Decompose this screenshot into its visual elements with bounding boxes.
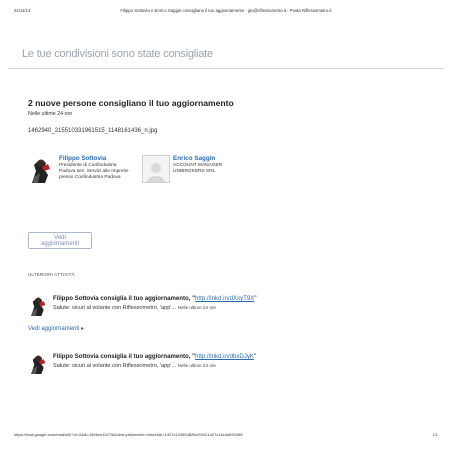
activity-time: Nelle ultime 24 ore [177, 305, 216, 310]
recommender-detail: presso Confindustria Padova [59, 175, 121, 181]
activity-link[interactable]: http://lnkd.in/dXxyT9X [195, 295, 254, 302]
activity-body: Salute: sicuri al volante con Riflessome… [53, 363, 256, 369]
recommender-card-enrico: Enrico Saggin ACCOUNT MANAGER UNIBROKERS… [142, 155, 222, 183]
activity-close-quote: " [253, 353, 257, 360]
avatar[interactable] [28, 293, 50, 317]
person-silhouette-icon [28, 155, 56, 183]
activity-body: Salute: sicuri al volante con Riflessome… [53, 305, 257, 311]
section-label-more-activity: ULTERIORI ATTIVITÀ [28, 272, 75, 277]
banner-title: Le tue condivisioni sono state consiglia… [22, 48, 213, 60]
avatar[interactable] [142, 155, 170, 183]
recommender-card-filippo: Filippo Sottovia Presidente di Confindus… [28, 155, 129, 183]
recommender-info: Filippo Sottovia Presidente di Confindus… [59, 155, 129, 183]
activity-actor-text: Filippo Sottovia consiglia il tuo aggior… [53, 295, 196, 302]
print-header: 22/11/13 Filippo Sottovia e Enrico Saggi… [14, 6, 438, 20]
activity-actor-text: Filippo Sottovia consiglia il tuo aggior… [53, 353, 196, 360]
activity-snippet: Salute: sicuri al volante con Riflessome… [53, 363, 177, 369]
recommender-info: Enrico Saggin ACCOUNT MANAGER UNIBROKERS… [173, 155, 222, 183]
activity-item: Filippo Sottovia consiglia il tuo aggior… [28, 351, 256, 375]
recommendation-timeframe: Nelle ultime 24 ore [28, 111, 73, 117]
activity-snippet: Salute: sicuri al volante con Riflessome… [53, 305, 177, 311]
recommender-detail: UNIBROKERS SRL [173, 169, 216, 175]
recommender-name-link[interactable]: Enrico Saggin [173, 155, 222, 162]
person-silhouette-icon [28, 294, 50, 316]
recommender-name-link[interactable]: Filippo Sottovia [59, 155, 129, 162]
activity-close-quote: " [254, 295, 257, 302]
avatar[interactable] [28, 155, 56, 183]
person-silhouette-icon [28, 352, 50, 374]
see-updates-button[interactable]: Vedi aggiornamenti [28, 232, 92, 249]
avatar[interactable] [28, 351, 50, 375]
print-page-number: 1/1 [432, 432, 438, 437]
shared-file-name: 1462940_215510331961515_1148161436_n.jpg [28, 128, 158, 134]
activity-headline: Filippo Sottovia consiglia il tuo aggior… [53, 295, 257, 302]
banner-divider [8, 68, 444, 69]
activity-link[interactable]: http://lnkd.in/dbxDJyK [195, 353, 254, 360]
print-page-title: Filippo Sottovia e Enrico Saggin consigl… [120, 8, 332, 13]
print-footer: https://mail.google.com/mail/u/0/?ui=2&i… [14, 432, 438, 437]
recommendation-headline: 2 nuove persone consigliano il tuo aggio… [28, 98, 234, 108]
print-url: https://mail.google.com/mail/u/0/?ui=2&i… [14, 432, 243, 437]
default-profile-icon [147, 163, 165, 182]
activity-time: Nelle ultime 24 ore [177, 363, 216, 368]
activity-headline: Filippo Sottovia consiglia il tuo aggior… [53, 353, 256, 360]
activity-text: Filippo Sottovia consiglia il tuo aggior… [53, 293, 257, 317]
activity-text: Filippo Sottovia consiglia il tuo aggior… [53, 351, 256, 375]
activity-item: Filippo Sottovia consiglia il tuo aggior… [28, 293, 257, 317]
more-updates-link[interactable]: Vedi aggiornamenti ▸ [28, 325, 84, 332]
